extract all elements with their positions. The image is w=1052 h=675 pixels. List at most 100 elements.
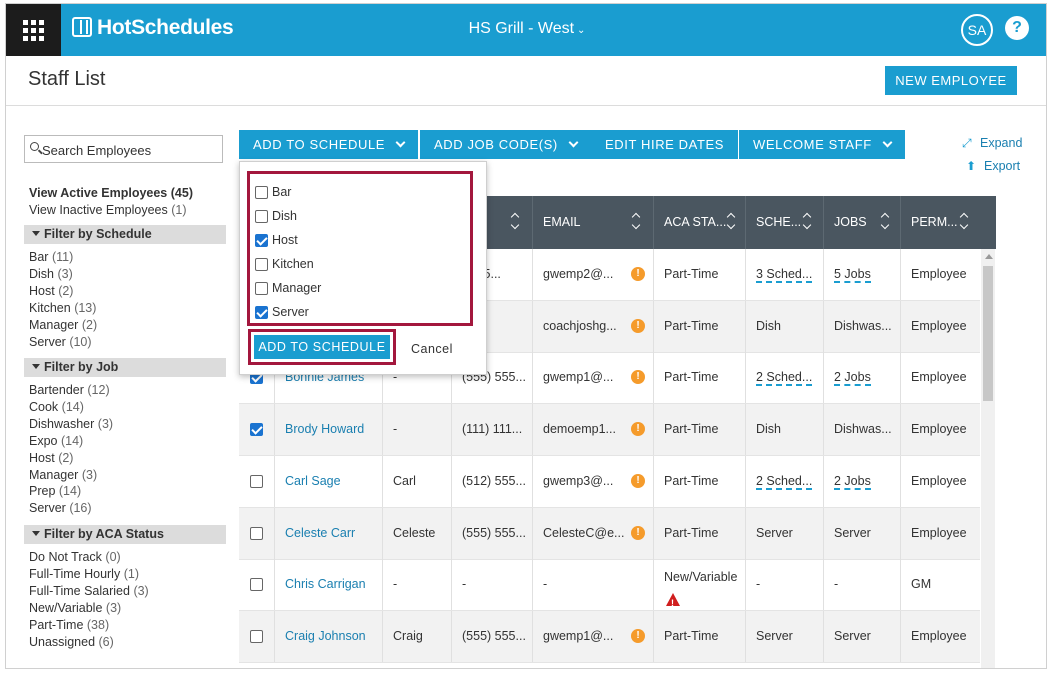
add-to-schedule-label: ADD TO SCHEDULE: [253, 137, 386, 152]
schedule-option-checkbox[interactable]: [255, 186, 268, 199]
scrollbar-thumb[interactable]: [983, 266, 993, 401]
warning-icon[interactable]: !: [631, 370, 645, 385]
schedule-filter-item-count: (2): [81, 317, 98, 332]
warning-icon[interactable]: !: [631, 267, 645, 281]
add-job-codes-button[interactable]: ADD JOB CODE(S): [420, 130, 591, 159]
job-filter-item[interactable]: Host (2): [29, 451, 73, 465]
sort-icon: [961, 213, 969, 231]
alert-triangle-icon[interactable]: !: [666, 593, 680, 608]
job-filter-item[interactable]: Dishwasher (3): [29, 417, 113, 431]
schedule-option-checkbox[interactable]: [255, 258, 268, 271]
schedule-filter-item[interactable]: Bar (11): [29, 250, 73, 264]
schedule-filter-item[interactable]: Host (2): [29, 284, 73, 298]
view-active-count: (45): [170, 186, 193, 200]
warning-icon[interactable]: !: [631, 318, 645, 333]
job-filter-item[interactable]: Expo (14): [29, 434, 83, 448]
schedule-filter-item[interactable]: Kitchen (13): [29, 301, 96, 315]
new-employee-button[interactable]: NEW EMPLOYEE: [885, 66, 1017, 95]
expand-link[interactable]: ⤢ Expand: [962, 136, 1022, 151]
user-avatar[interactable]: SA: [961, 14, 993, 46]
job-filter-item[interactable]: Manager (3): [29, 468, 97, 482]
jobs-cell[interactable]: 5 Jobs: [823, 249, 900, 300]
row-select-checkbox[interactable]: [250, 578, 263, 592]
schedule-filter-item[interactable]: Manager (2): [29, 318, 97, 332]
employee-name-link[interactable]: Craig Johnson: [274, 610, 382, 662]
aca-filter-item[interactable]: Do Not Track (0): [29, 550, 121, 564]
job-filter-item[interactable]: Prep (14): [29, 484, 81, 498]
location-selector[interactable]: HS Grill - West ⌄: [6, 20, 1046, 38]
phone-cell: (512) 555...: [451, 455, 532, 507]
employee-name-link[interactable]: Celeste Carr: [274, 507, 382, 559]
schedules-cell: Dish: [745, 300, 823, 352]
column-header-email[interactable]: EMAIL: [532, 196, 653, 249]
jobs-cell[interactable]: 2 Jobs: [823, 352, 900, 404]
job-filter-item[interactable]: Bartender (12): [29, 383, 110, 397]
cancel-button[interactable]: Cancel: [411, 342, 453, 356]
table-row: Craig Johnson Craig (555) 555... gwemp1@...…: [239, 610, 980, 663]
filter-by-schedule-header[interactable]: Filter by Schedule: [24, 225, 226, 244]
aca-filter-item[interactable]: Part-Time (38): [29, 618, 109, 632]
schedule-option-checkbox[interactable]: [255, 282, 268, 295]
employee-name-link[interactable]: Carl Sage: [274, 455, 382, 507]
aca-filter-item[interactable]: Unassigned (6): [29, 635, 114, 649]
schedule-filter-item[interactable]: Server (10): [29, 335, 92, 349]
row-select-checkbox[interactable]: [250, 629, 263, 643]
table-row: Chris Carrigan - - - New/Variable! - - GM: [239, 559, 980, 612]
scroll-up-icon[interactable]: [985, 254, 993, 259]
help-icon[interactable]: ?: [1005, 16, 1029, 40]
row-select-checkbox[interactable]: [250, 474, 263, 488]
aca-filter-item[interactable]: New/Variable (3): [29, 601, 121, 615]
schedule-filter-item-count: (10): [69, 334, 92, 349]
edit-hire-dates-button[interactable]: EDIT HIRE DATES: [591, 130, 739, 159]
email-cell: -: [532, 559, 653, 611]
search-placeholder: Search Employees: [42, 143, 152, 158]
row-select-checkbox[interactable]: [250, 423, 263, 437]
employee-name-link[interactable]: Chris Carrigan: [274, 559, 382, 611]
schedules-cell[interactable]: 3 Sched...: [745, 249, 823, 300]
aca-filter-item[interactable]: Full-Time Salaried (3): [29, 584, 149, 598]
sort-icon: [804, 213, 812, 231]
jobs-cell[interactable]: 2 Jobs: [823, 455, 900, 507]
view-active-employees[interactable]: View Active Employees (45): [29, 186, 193, 200]
column-header-jobs[interactable]: JOBS: [823, 196, 900, 249]
add-to-schedule-button[interactable]: ADD TO SCHEDULE: [239, 130, 419, 159]
jobs-cell: Server: [823, 610, 900, 662]
schedules-cell[interactable]: 2 Sched...: [745, 352, 823, 404]
aca-status-cell: New/Variable!: [653, 559, 745, 611]
aca-filter-item-label: Full-Time Hourly: [29, 566, 121, 581]
schedules-link[interactable]: 2 Sched...: [756, 370, 813, 387]
welcome-staff-button[interactable]: WELCOME STAFF: [739, 130, 905, 159]
schedules-cell[interactable]: 2 Sched...: [745, 455, 823, 507]
export-label: Export: [984, 159, 1021, 173]
jobs-link[interactable]: 5 Jobs: [834, 267, 871, 283]
schedule-option-checkbox[interactable]: [255, 210, 268, 223]
schedule-filter-item[interactable]: Dish (3): [29, 267, 73, 281]
job-filter-item-label: Dishwasher: [29, 416, 95, 431]
job-filter-item[interactable]: Cook (14): [29, 400, 84, 414]
job-filter-item[interactable]: Server (16): [29, 501, 92, 515]
filter-by-aca-header[interactable]: Filter by ACA Status: [24, 525, 226, 544]
column-header-aca-status[interactable]: ACA STA...: [653, 196, 745, 249]
schedules-link[interactable]: 2 Sched...: [756, 474, 813, 490]
warning-icon[interactable]: !: [631, 422, 645, 437]
view-inactive-employees[interactable]: View Inactive Employees (1): [29, 203, 187, 217]
schedule-option-checkbox[interactable]: [255, 306, 268, 319]
filter-by-job-header[interactable]: Filter by Job: [24, 358, 226, 377]
warning-icon[interactable]: !: [631, 628, 645, 643]
schedule-option-checkbox[interactable]: [255, 234, 268, 247]
warning-icon[interactable]: !: [631, 473, 645, 488]
search-input[interactable]: Search Employees: [24, 135, 223, 163]
employee-name-link[interactable]: Brody Howard: [274, 404, 382, 456]
expand-icon: ⤢: [962, 136, 972, 150]
add-to-schedule-submit-button[interactable]: ADD TO SCHEDULE: [254, 335, 390, 359]
schedules-link[interactable]: 3 Sched...: [756, 267, 813, 283]
warning-icon[interactable]: !: [631, 525, 645, 540]
row-select-checkbox[interactable]: [250, 526, 263, 540]
column-header-permissions[interactable]: PERM...: [900, 196, 980, 249]
column-header-schedules[interactable]: SCHE...: [745, 196, 823, 249]
jobs-link[interactable]: 2 Jobs: [834, 370, 871, 387]
aca-filter-item[interactable]: Full-Time Hourly (1): [29, 567, 139, 581]
export-link[interactable]: ⬆ Export: [966, 159, 1020, 173]
email-cell: gwemp2@...!: [532, 249, 653, 300]
jobs-link[interactable]: 2 Jobs: [834, 474, 871, 490]
